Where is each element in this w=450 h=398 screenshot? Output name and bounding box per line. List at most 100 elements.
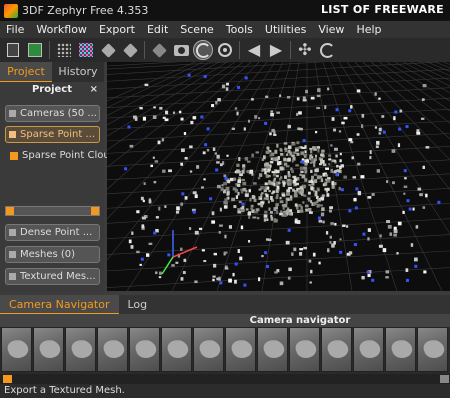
camera-thumbnail[interactable] — [289, 327, 320, 372]
camera-thumbnail[interactable] — [161, 327, 192, 372]
panel-title: Project — [31, 84, 73, 95]
scrollbar-thumb[interactable] — [3, 375, 12, 383]
tab-log[interactable]: Log — [119, 295, 157, 314]
camera-thumbnail[interactable] — [257, 327, 288, 372]
menu-tools[interactable]: Tools — [220, 21, 259, 38]
toolbar: ◀ ▶ ✣ — [0, 38, 450, 62]
cube-icon — [151, 42, 167, 58]
camera-thumbnail[interactable] — [193, 327, 224, 372]
axis-x-line — [172, 246, 198, 258]
camera-thumbnail[interactable] — [385, 327, 416, 372]
camera-thumbnail[interactable] — [129, 327, 160, 372]
camera-thumbnail[interactable] — [225, 327, 256, 372]
forward-button[interactable]: ▶ — [266, 40, 286, 60]
sparse-point-cloud-checkbox[interactable]: Sparse Point Clou — [10, 150, 110, 161]
orbit-button[interactable] — [193, 40, 213, 60]
textured-mesh-button[interactable] — [120, 40, 140, 60]
camera-icon — [173, 44, 189, 56]
textured-mesh-label: Textured Mes... — [20, 271, 96, 282]
tab-camera-navigator[interactable]: Camera Navigator — [0, 295, 119, 314]
sparse-cloud-button[interactable] — [54, 40, 74, 60]
dense-point-item[interactable]: Dense Point ... — [5, 224, 100, 241]
camera-thumbnail[interactable] — [353, 327, 384, 372]
watermark: LIST OF FREEWARE — [320, 3, 444, 16]
forward-arrow-icon: ▶ — [269, 40, 283, 59]
camera-thumbnail[interactable] — [33, 327, 64, 372]
new-project-icon — [7, 43, 19, 57]
camera-thumbnail[interactable] — [417, 327, 448, 372]
save-button[interactable] — [25, 40, 45, 60]
menu-view[interactable]: View — [312, 21, 350, 38]
camera-thumbnail[interactable] — [1, 327, 32, 372]
new-project-button[interactable] — [3, 40, 23, 60]
sparse-cloud-icon — [9, 131, 16, 138]
mesh-button[interactable] — [98, 40, 118, 60]
app-logo-icon — [4, 3, 18, 18]
camera-button[interactable] — [171, 40, 191, 60]
textured-mesh-icon — [122, 42, 138, 58]
menu-scene[interactable]: Scene — [174, 21, 220, 38]
window-title: 3DF Zephyr Free 4.353 — [22, 4, 149, 17]
toolbar-separator — [239, 41, 240, 59]
3d-viewport[interactable] — [107, 62, 450, 291]
dense-cloud-icon — [9, 229, 16, 236]
toolbar-separator — [144, 41, 145, 59]
camera-thumbnail-strip — [0, 327, 450, 374]
sparse-point-cloud-label: Sparse Point Clou — [22, 150, 110, 161]
toolbar-separator — [290, 41, 291, 59]
cube-button[interactable] — [149, 40, 169, 60]
meshes-label: Meshes (0) — [20, 249, 76, 260]
cameras-label: Cameras (50 ... — [20, 108, 97, 119]
menu-edit[interactable]: Edit — [141, 21, 174, 38]
camera-navigator-title: Camera navigator — [0, 314, 450, 327]
pivot-button[interactable] — [215, 40, 235, 60]
menu-workflow[interactable]: Workflow — [30, 21, 93, 38]
sparse-point-label: Sparse Point ... — [20, 129, 96, 140]
menu-bar: File Workflow Export Edit Scene Tools Ut… — [0, 21, 450, 38]
close-icon[interactable]: × — [90, 82, 98, 98]
panel-tabs: Project History — [0, 62, 104, 82]
project-panel: Project History Project × Cameras (50 ..… — [0, 62, 110, 292]
menu-export[interactable]: Export — [93, 21, 141, 38]
cameras-item[interactable]: Cameras (50 ... — [5, 105, 100, 122]
textured-mesh-icon — [9, 273, 16, 280]
back-arrow-icon: ◀ — [247, 40, 261, 59]
tab-project[interactable]: Project — [0, 62, 52, 82]
sparse-cloud-icon — [57, 43, 71, 57]
dense-cloud-icon — [79, 43, 93, 57]
title-bar: 3DF Zephyr Free 4.353 LIST OF FREEWARE — [0, 0, 450, 21]
pivot-icon — [218, 43, 232, 57]
toolbar-separator — [49, 41, 50, 59]
slider-right-handle[interactable] — [91, 207, 99, 215]
fit-icon: ✣ — [298, 40, 312, 59]
menu-file[interactable]: File — [0, 21, 30, 38]
scrollbar-right-arrow[interactable] — [440, 375, 449, 383]
thumbnail-scrollbar[interactable] — [0, 374, 450, 384]
mesh-icon — [100, 42, 116, 58]
back-button[interactable]: ◀ — [244, 40, 264, 60]
bottom-tabs: Camera Navigator Log — [0, 295, 450, 314]
camera-icon — [9, 110, 16, 117]
menu-help[interactable]: Help — [350, 21, 387, 38]
slider-left-handle[interactable] — [6, 207, 14, 215]
reset-button[interactable] — [317, 40, 337, 60]
meshes-item[interactable]: Meshes (0) — [5, 246, 100, 263]
camera-thumbnail[interactable] — [65, 327, 96, 372]
panel-slider[interactable] — [5, 206, 100, 216]
tab-history[interactable]: History — [52, 62, 104, 82]
fit-button[interactable]: ✣ — [295, 40, 315, 60]
save-icon — [28, 43, 42, 57]
viewport-canvas — [107, 62, 450, 291]
mesh-icon — [9, 251, 16, 258]
status-bar: Export a Textured Mesh. — [0, 384, 450, 398]
camera-thumbnail[interactable] — [321, 327, 352, 372]
dense-cloud-button[interactable] — [76, 40, 96, 60]
dense-point-label: Dense Point ... — [20, 227, 93, 238]
menu-utilities[interactable]: Utilities — [259, 21, 312, 38]
textured-mesh-item[interactable]: Textured Mes... — [5, 268, 100, 285]
orbit-icon — [195, 42, 211, 58]
status-text: Export a Textured Mesh. — [4, 385, 125, 396]
camera-thumbnail[interactable] — [97, 327, 128, 372]
checkbox-icon — [10, 151, 18, 160]
sparse-point-item[interactable]: Sparse Point ... — [5, 126, 100, 143]
